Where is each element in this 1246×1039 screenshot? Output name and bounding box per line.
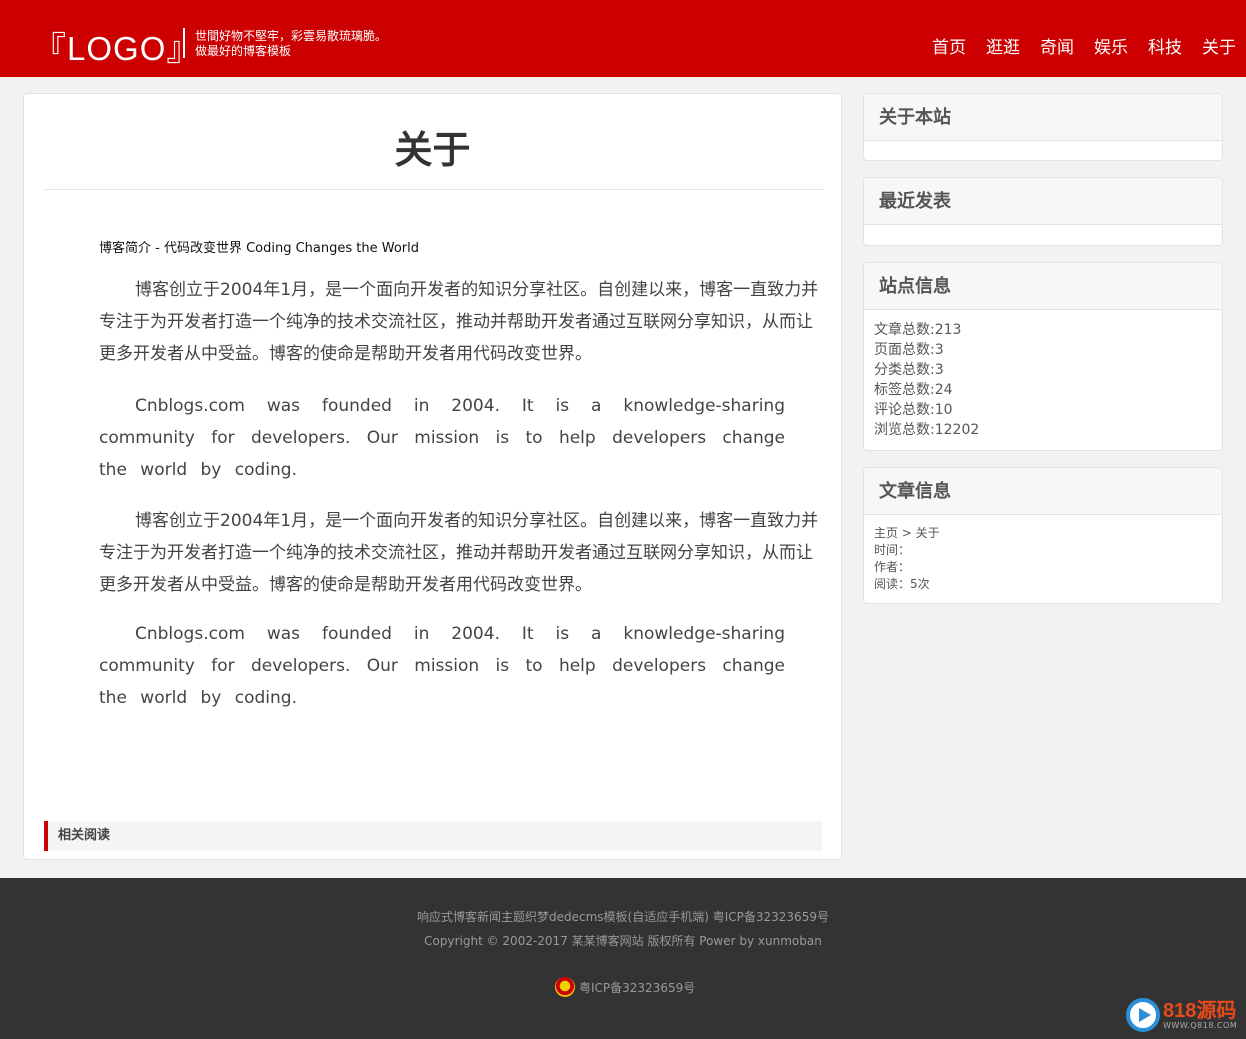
beian-link[interactable]: 粤ICP备32323659号 [555,977,695,997]
watermark-url: WWW.Q818.COM [1163,1020,1238,1030]
article-time: 时间： [874,543,911,557]
article-paragraph: 博客创立于2004年1月，是一个面向开发者的知识分享社区。自创建以来，博客一直致… [99,280,819,364]
site-header: 『LOGO』 世間好物不堅牢，彩雲易散琉璃脆。 做最好的博客模板 首页 逛逛 奇… [0,0,1246,77]
intro-heading: 博客简介 - 代码改变世界 Coding Changes the World [99,241,420,256]
nav-item-tech[interactable]: 科技 [1148,33,1182,58]
stat-tags: 标签总数:24 [874,382,953,398]
slogan-line-1: 世間好物不堅牢，彩雲易散琉璃脆。 [195,29,388,43]
main-nav: 首页 逛逛 奇闻 娱乐 科技 关于 [912,33,1236,58]
article-info-list: 主页 > 关于 时间： 作者： 阅读：5次 [864,515,1222,593]
stat-views: 浏览总数:12202 [874,422,980,438]
widget-site-info-title: 站点信息 [864,263,1222,310]
site-footer: 响应式博客新闻主题织梦dedecms模板(自适应手机端) 粤ICP备323236… [0,878,1246,1039]
widget-about-title: 关于本站 [864,94,1222,141]
title-divider [44,189,823,190]
article-views: 阅读：5次 [874,577,930,591]
stat-categories: 分类总数:3 [874,362,944,378]
stat-pages: 页面总数:3 [874,342,944,358]
beian-text: 粤ICP备32323659号 [579,980,696,995]
play-logo-icon [1126,998,1160,1032]
page-title: 关于 [394,128,471,172]
widget-site-info: 站点信息 文章总数:213 页面总数:3 分类总数:3 标签总数:24 评论总数… [863,262,1223,451]
widget-article-info: 文章信息 主页 > 关于 时间： 作者： 阅读：5次 [863,467,1223,604]
article-paragraph: 博客创立于2004年1月，是一个面向开发者的知识分享社区。自创建以来，博客一直致… [99,511,819,595]
widget-recent-title: 最近发表 [864,178,1222,225]
nav-item-home[interactable]: 首页 [932,33,966,58]
article-author: 作者： [874,560,911,574]
nav-item-browse[interactable]: 逛逛 [986,33,1020,58]
watermark-title: 818源码 [1163,999,1237,1022]
logo-divider [183,28,185,58]
footer-description: 响应式博客新闻主题织梦dedecms模板(自适应手机端) 粤ICP备323236… [417,910,829,924]
breadcrumb[interactable]: 主页 > 关于 [874,525,1212,542]
widget-recent-posts: 最近发表 [863,177,1223,246]
widget-about-site: 关于本站 [863,93,1223,161]
site-slogan: 世間好物不堅牢，彩雲易散琉璃脆。 做最好的博客模板 [195,29,387,59]
stat-comments: 评论总数:10 [874,402,953,418]
slogan-line-2: 做最好的博客模板 [195,44,292,58]
nav-item-entertainment[interactable]: 娱乐 [1094,33,1128,58]
related-reading-heading: 相关阅读 [44,821,822,851]
article-paragraph: Cnblogs.com was founded in 2004. It is a… [99,624,785,708]
widget-article-info-title: 文章信息 [864,468,1222,515]
stat-articles: 文章总数:213 [874,322,962,338]
footer-copyright: Copyright © 2002-2017 某某博客网站 版权所有 Power … [424,934,822,948]
article-panel: 关于 博客简介 - 代码改变世界 Coding Changes the Worl… [23,93,842,860]
nav-item-oddities[interactable]: 奇闻 [1040,33,1074,58]
site-logo[interactable]: 『LOGO』 [33,22,200,70]
site-info-list: 文章总数:213 页面总数:3 分类总数:3 标签总数:24 评论总数:10 浏… [864,310,1222,440]
watermark: 818源码 WWW.Q818.COM [1126,998,1237,1032]
police-badge-icon [555,977,575,997]
nav-item-about[interactable]: 关于 [1202,33,1236,58]
article-paragraph: Cnblogs.com was founded in 2004. It is a… [99,396,785,480]
